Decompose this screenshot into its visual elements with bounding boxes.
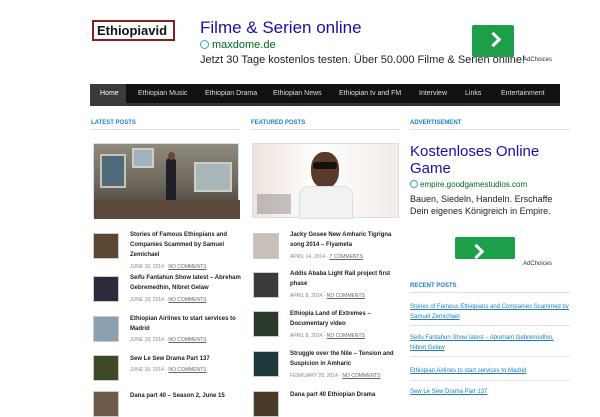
featured-image[interactable] [252, 143, 399, 219]
post-meta: JUNE 18, 2014 · NO COMMENTS [130, 264, 207, 270]
side-ad-url[interactable]: empire.goodgamestudios.com [410, 180, 570, 189]
comments-link[interactable]: NO COMMENTS [168, 337, 206, 343]
post-title[interactable]: Dana part 40 Ethiopian Drama [290, 390, 402, 400]
post-thumbnail[interactable] [93, 233, 119, 259]
main-nav: Home Ethiopian Music Ethiopian Drama Eth… [90, 84, 560, 106]
post-date: JUNE 18, 2014 [130, 337, 164, 343]
post-date: APRIL 8, 2014 [290, 333, 323, 339]
post-title[interactable]: Struggle over the Nile – Tension and Sus… [290, 349, 402, 369]
post-meta: JUNE 18, 2014 · NO COMMENTS [130, 367, 207, 373]
comments-link[interactable]: NO COMMENTS [327, 333, 365, 339]
post-title[interactable]: Sew Le Sew Drama Part 137 [130, 354, 242, 364]
post-meta: JUNE 18, 2014 · NO COMMENTS [130, 297, 207, 303]
post-thumbnail[interactable] [253, 233, 279, 259]
post-meta: APRIL 8, 2014 · NO COMMENTS [290, 293, 365, 299]
person-head [168, 152, 175, 160]
post-date: JUNE 18, 2014 [130, 297, 164, 303]
post-thumbnail[interactable] [93, 355, 119, 381]
recent-post-link[interactable]: Ethiopian Airlines to start services to … [410, 366, 570, 376]
recent-post-link[interactable]: Stories of Famous Ethiopians and Compani… [410, 302, 570, 322]
divider [91, 129, 239, 130]
comments-link[interactable]: NO COMMENTS [342, 373, 380, 379]
post-thumbnail[interactable] [253, 391, 279, 417]
comments-link[interactable]: NO COMMENTS [168, 367, 206, 373]
post-meta: JUNE 18, 2014 · NO COMMENTS [130, 337, 207, 343]
divider [410, 129, 570, 130]
post-title[interactable]: Ethiopian Airlines to start services to … [130, 314, 242, 334]
nav-item-ethiopian-drama[interactable]: Ethiopian Drama [205, 90, 257, 97]
post-title[interactable]: Seifu Fantahun Show latest – Abreham Geb… [130, 273, 242, 293]
side-ad-description: Bauen, Siedeln, Handeln. Erschaffe Dein … [410, 194, 553, 216]
comments-link[interactable]: NO COMMENTS [168, 297, 206, 303]
divider [410, 356, 570, 357]
post-title[interactable]: Stories of Famous Ethiopians and Compani… [130, 230, 242, 260]
nav-item-interview[interactable]: Interview [419, 90, 447, 97]
side-ad-title[interactable]: Kostenloses Online Game [410, 143, 570, 177]
post-date: JUNE 18, 2014 [130, 264, 164, 270]
adchoices-label[interactable]: AdChoices [523, 261, 552, 267]
ad-title[interactable]: Filme & Serien online [200, 18, 570, 38]
post-date: APRIL 8, 2014 [290, 293, 323, 299]
divider [251, 129, 399, 130]
post-meta: APRIL 14, 2014 · 7 COMMENTS [290, 254, 363, 260]
post-date: FEBRUARY 28, 2014 [290, 373, 338, 379]
floor [94, 200, 240, 219]
ad-url-text: maxdome.de [212, 39, 276, 51]
post-thumbnail[interactable] [253, 311, 279, 337]
adchoices-label[interactable]: AdChoices [523, 57, 552, 63]
recent-posts-heading: RECENT POSTS [410, 283, 457, 289]
ad-url-icon [410, 180, 418, 188]
comments-link[interactable]: NO COMMENTS [168, 264, 206, 270]
latest-featured-image[interactable] [93, 143, 240, 219]
recent-post-link[interactable]: Seifu Fantahun Show latest – Abreham Geb… [410, 333, 570, 353]
nav-item-ethiopian-tv-fm[interactable]: Ethiopian tv and FM [339, 90, 401, 97]
post-date: JUNE 18, 2014 [130, 367, 164, 373]
divider [410, 325, 570, 326]
divider [410, 292, 570, 293]
text-overlay [257, 194, 291, 214]
site-logo[interactable]: Ethiopiavid [92, 20, 175, 41]
latest-posts-heading: LATEST POSTS [91, 120, 136, 126]
singer-head [311, 152, 339, 188]
post-meta: FEBRUARY 28, 2014 · NO COMMENTS [290, 373, 381, 379]
wall-painting [194, 162, 232, 192]
wall-painting [100, 154, 126, 188]
ad-go-button[interactable] [472, 25, 514, 57]
sidebar-ad[interactable]: Kostenloses Online Game empire.goodgames… [410, 143, 570, 217]
post-thumbnail[interactable] [93, 391, 119, 417]
ad-url[interactable]: maxdome.de [200, 39, 276, 51]
nav-item-links[interactable]: Links [465, 90, 481, 97]
post-title[interactable]: Jacky Gosee New Amharic Tigrigna song 20… [290, 230, 402, 250]
post-date: APRIL 14, 2014 [290, 254, 326, 260]
nav-item-ethiopian-news[interactable]: Ethiopian News [273, 90, 322, 97]
side-ad-go-button[interactable] [455, 237, 515, 259]
post-title[interactable]: Addis Ababa Light Rail project first pha… [290, 269, 402, 289]
post-meta: APRIL 8, 2014 · NO COMMENTS [290, 333, 365, 339]
side-ad-url-text: empire.goodgamestudios.com [420, 180, 528, 189]
post-title[interactable]: Ethiopia Land of Extremes – Documentary … [290, 309, 402, 329]
comments-link[interactable]: NO COMMENTS [327, 293, 365, 299]
nav-item-home[interactable]: Home [90, 84, 126, 106]
post-thumbnail[interactable] [93, 276, 119, 302]
top-banner-ad[interactable]: Filme & Serien online maxdome.de Jetzt 3… [200, 18, 570, 68]
post-thumbnail[interactable] [253, 272, 279, 298]
post-thumbnail[interactable] [253, 351, 279, 377]
comments-link[interactable]: 7 COMMENTS [330, 254, 363, 260]
advertisement-heading: ADVERTISEMENT [410, 120, 462, 126]
nav-item-ethiopian-music[interactable]: Ethiopian Music [138, 90, 187, 97]
ad-url-icon [200, 40, 209, 49]
post-thumbnail[interactable] [93, 316, 119, 342]
singer-body [299, 186, 353, 219]
recent-post-link[interactable]: Sew Le Sew Drama Part 137 [410, 387, 570, 397]
featured-posts-heading: FEATURED POSTS [251, 120, 306, 126]
divider [410, 380, 570, 381]
sunglasses [313, 162, 337, 169]
nav-item-entertainment[interactable]: Entertainment [501, 90, 545, 97]
wall-painting [132, 148, 154, 168]
